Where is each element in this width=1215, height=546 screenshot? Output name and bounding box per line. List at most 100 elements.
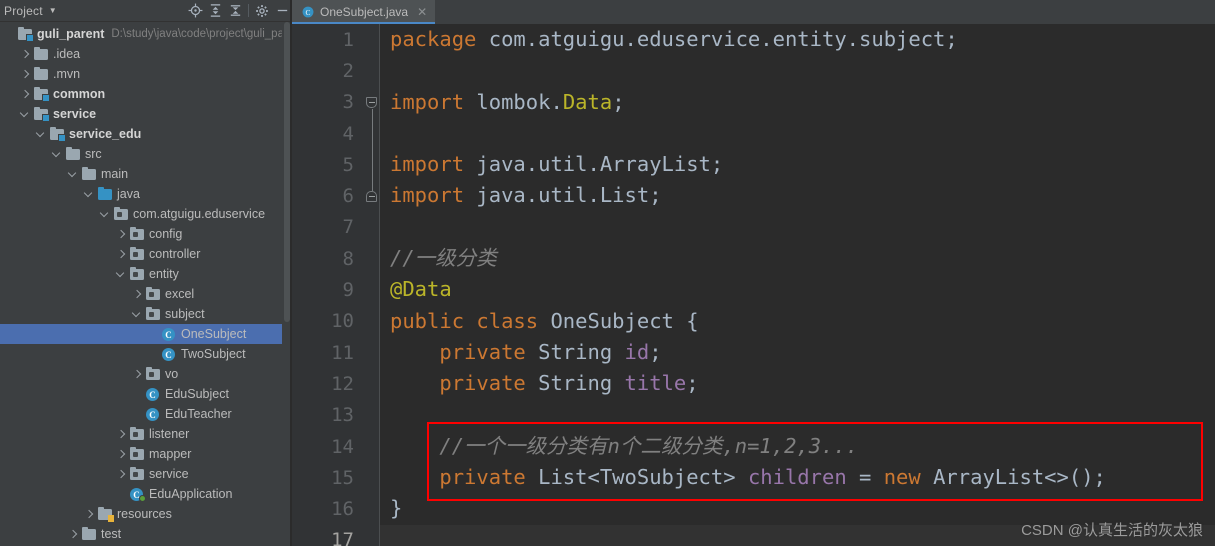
editor-tab-bar: C OneSubject.java ✕ <box>292 0 1215 24</box>
chevron-right-icon[interactable] <box>20 89 31 100</box>
tree-item-service-edu[interactable]: service_edu <box>0 124 292 144</box>
tree-item-label: OneSubject <box>181 327 247 341</box>
tree-item-guli-parent[interactable]: guli_parent D:\study\java\code\project\gu… <box>0 24 292 44</box>
tree-item-eduteacher[interactable]: C EduTeacher <box>0 404 292 424</box>
minimize-icon[interactable] <box>272 1 292 21</box>
chevron-down-icon[interactable] <box>20 109 31 120</box>
line-number[interactable]: 2 <box>292 55 380 86</box>
code-line[interactable]: public class OneSubject { <box>380 306 1215 337</box>
line-number[interactable]: 14 <box>292 431 380 462</box>
line-number[interactable]: 15 <box>292 462 380 493</box>
project-tree[interactable]: guli_parent D:\study\java\code\project\gu… <box>0 22 292 546</box>
tree-item-controller[interactable]: controller <box>0 244 292 264</box>
tree-item-service[interactable]: service <box>0 464 292 484</box>
tree-item-subject[interactable]: subject <box>0 304 292 324</box>
code-line[interactable] <box>380 212 1215 243</box>
chevron-down-icon[interactable] <box>36 129 47 140</box>
code-line[interactable]: private List<TwoSubject> children = new … <box>380 462 1215 493</box>
package-icon <box>129 446 145 462</box>
code-line[interactable]: package com.atguigu.eduservice.entity.su… <box>380 24 1215 55</box>
package-icon <box>129 226 145 242</box>
code-line[interactable]: import lombok.Data; <box>380 87 1215 118</box>
tree-item-excel[interactable]: excel <box>0 284 292 304</box>
line-number-gutter[interactable]: 1 2 3 4 5 6 7 8 9 10 11 12 13 14 15 16 17 <box>292 24 380 546</box>
close-icon[interactable]: ✕ <box>417 6 427 18</box>
code-line[interactable] <box>380 118 1215 149</box>
chevron-down-icon[interactable] <box>116 269 127 280</box>
chevron-right-icon[interactable] <box>116 469 127 480</box>
chevron-right-icon[interactable] <box>20 49 31 60</box>
chevron-right-icon[interactable] <box>132 369 143 380</box>
code-token: java.util.ArrayList; <box>464 152 724 177</box>
code-line[interactable] <box>380 55 1215 86</box>
code-line[interactable] <box>380 400 1215 431</box>
code-line[interactable]: //一级分类 <box>380 243 1215 274</box>
chevron-right-icon[interactable] <box>68 529 79 540</box>
chevron-right-icon[interactable] <box>116 449 127 460</box>
code-text[interactable]: package com.atguigu.eduservice.entity.su… <box>380 24 1215 546</box>
tree-item-twosubject[interactable]: C TwoSubject <box>0 344 292 364</box>
chevron-right-icon[interactable] <box>116 249 127 260</box>
line-number[interactable]: 1 <box>292 24 380 55</box>
line-number[interactable]: 10 <box>292 306 380 337</box>
code-line[interactable]: import java.util.List; <box>380 180 1215 211</box>
tree-item-main[interactable]: main <box>0 164 292 184</box>
tree-item--idea[interactable]: .idea <box>0 44 292 64</box>
tree-item-test[interactable]: test <box>0 524 292 544</box>
code-line[interactable]: //一个一级分类有n个二级分类,n=1,2,3... <box>380 431 1215 462</box>
chevron-down-icon[interactable] <box>84 189 95 200</box>
chevron-right-icon[interactable] <box>116 429 127 440</box>
code-fold-icon[interactable] <box>366 190 378 203</box>
editor-tab-onesubject[interactable]: C OneSubject.java ✕ <box>292 0 436 24</box>
chevron-down-icon[interactable] <box>100 209 111 220</box>
collapse-all-icon[interactable] <box>225 1 245 21</box>
chevron-right-icon[interactable] <box>116 229 127 240</box>
package-icon <box>129 466 145 482</box>
line-number[interactable]: 17 <box>292 525 380 546</box>
gear-icon[interactable] <box>252 1 272 21</box>
code-line[interactable]: private String id; <box>380 337 1215 368</box>
line-number[interactable]: 8 <box>292 243 380 274</box>
tree-item-label: EduSubject <box>165 387 229 401</box>
tree-item-edusubject[interactable]: C EduSubject <box>0 384 292 404</box>
chevron-right-icon[interactable] <box>20 69 31 80</box>
line-number[interactable]: 11 <box>292 337 380 368</box>
chevron-down-icon[interactable] <box>132 309 143 320</box>
tree-item-src[interactable]: src <box>0 144 292 164</box>
tree-item-com-atguigu-eduservice[interactable]: com.atguigu.eduservice <box>0 204 292 224</box>
tree-item-label: test <box>101 527 122 541</box>
code-line[interactable]: @Data <box>380 274 1215 305</box>
tree-item-java[interactable]: java <box>0 184 292 204</box>
tree-item-mapper[interactable]: mapper <box>0 444 292 464</box>
tree-item-eduapplication[interactable]: C EduApplication <box>0 484 292 504</box>
project-toolwindow-title[interactable]: Project <box>4 4 43 18</box>
tree-item-common[interactable]: common <box>0 84 292 104</box>
line-number[interactable]: 7 <box>292 212 380 243</box>
line-number[interactable]: 13 <box>292 400 380 431</box>
tree-item-onesubject[interactable]: C OneSubject <box>0 324 292 344</box>
tree-item--mvn[interactable]: .mvn <box>0 64 292 84</box>
tree-item-entity[interactable]: entity <box>0 264 292 284</box>
code-line[interactable]: import java.util.ArrayList; <box>380 149 1215 180</box>
code-line[interactable]: private String title; <box>380 368 1215 399</box>
locate-icon[interactable] <box>185 1 205 21</box>
line-number[interactable]: 5 <box>292 149 380 180</box>
line-number[interactable]: 12 <box>292 368 380 399</box>
expand-all-icon[interactable] <box>205 1 225 21</box>
chevron-down-icon[interactable] <box>68 169 79 180</box>
line-number[interactable]: 4 <box>292 118 380 149</box>
tree-item-resources[interactable]: resources <box>0 504 292 524</box>
tree-item-vo[interactable]: vo <box>0 364 292 384</box>
tree-item-service[interactable]: service <box>0 104 292 124</box>
chevron-down-icon[interactable]: ▼ <box>49 6 57 15</box>
tree-item-listener[interactable]: listener <box>0 424 292 444</box>
code-token: public class <box>390 308 551 333</box>
line-number[interactable]: 9 <box>292 274 380 305</box>
chevron-down-icon[interactable] <box>52 149 63 160</box>
chevron-right-icon[interactable] <box>132 289 143 300</box>
line-number[interactable]: 16 <box>292 493 380 524</box>
chevron-right-icon[interactable] <box>84 509 95 520</box>
code-fold-icon[interactable] <box>366 96 378 109</box>
tree-item-config[interactable]: config <box>0 224 292 244</box>
